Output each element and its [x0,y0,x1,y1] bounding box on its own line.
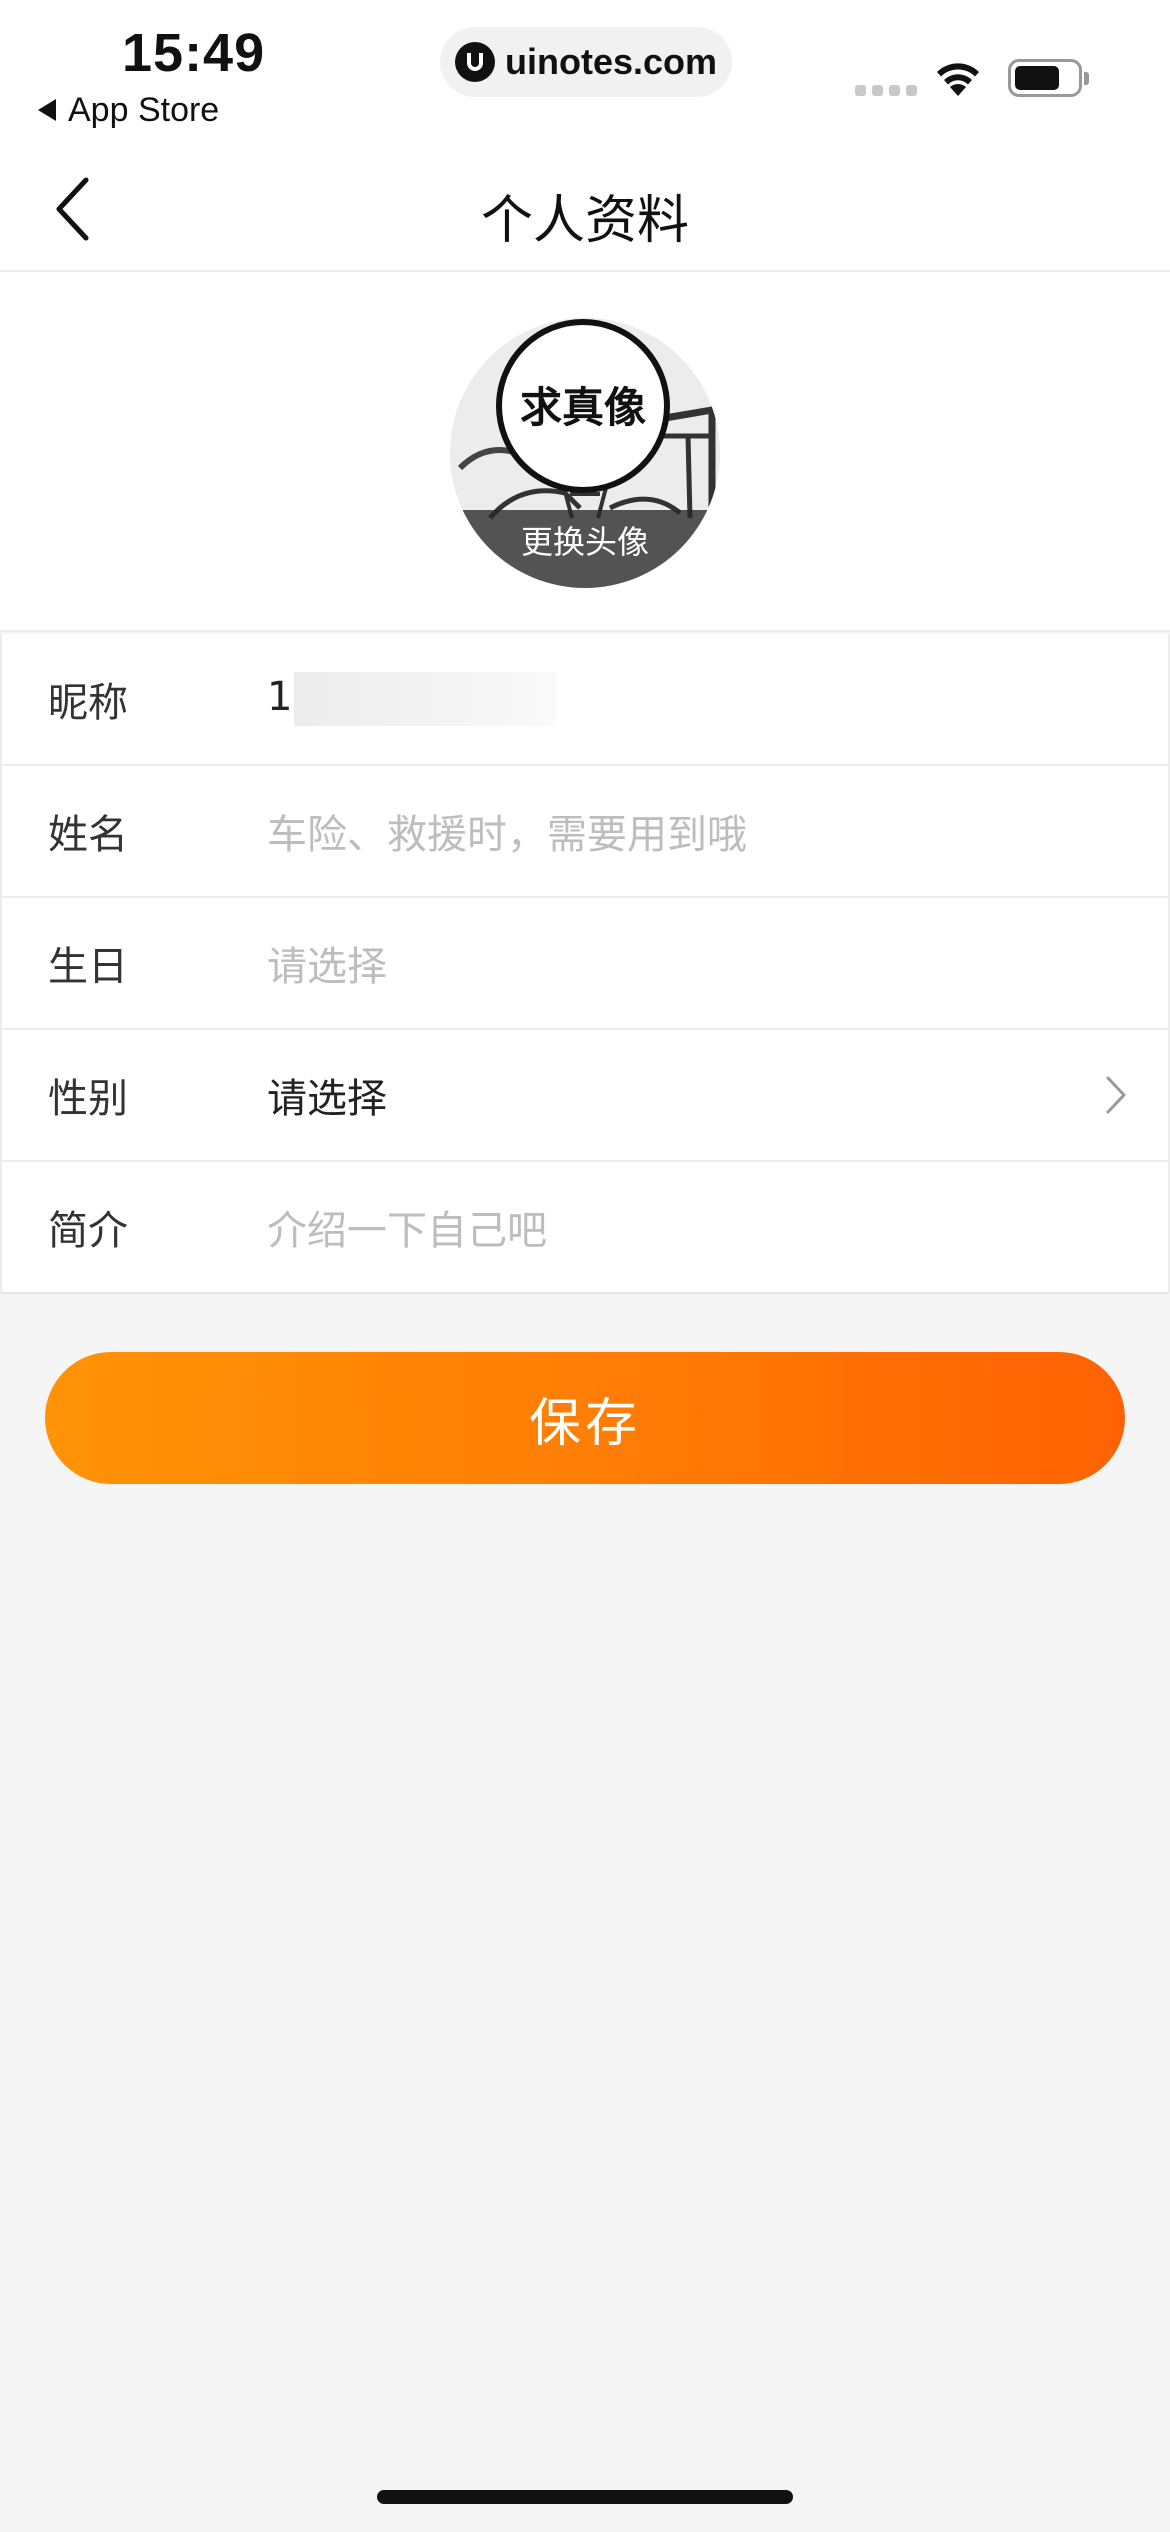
change-avatar-label: 更换头像 [450,510,720,588]
save-button[interactable]: 保存 [45,1352,1125,1484]
nickname-field[interactable]: 1 [267,672,557,726]
back-app-label: App Store [68,90,220,129]
bio-input[interactable]: 介绍一下自己吧 [267,1198,547,1256]
chevron-right-icon [1106,1076,1126,1114]
wifi-icon [937,63,979,96]
back-triangle-icon [38,99,56,121]
site-logo-icon [454,42,495,82]
name-label: 姓名 [48,812,128,858]
url-pill[interactable]: uinotes.com [440,27,732,97]
status-time: 15:49 [122,23,266,83]
avatar-section: 求真像 更换头像 [0,272,1170,632]
name-input[interactable]: 车险、救援时，需要用到哦 [267,802,747,860]
gender-label: 性别 [48,1076,128,1122]
page-title: 个人资料 [480,191,689,251]
nickname-row[interactable]: 昵称 1 [2,634,1168,766]
status-bar: 15:49 App Store uinotes.com [0,0,1170,150]
avatar-badge-text: 求真像 [520,383,646,432]
name-row[interactable]: 姓名 车险、救援时，需要用到哦 [2,766,1168,898]
gender-select[interactable]: 请选择 [267,1066,387,1124]
birthday-label: 生日 [48,944,128,990]
bio-row[interactable]: 简介 介绍一下自己吧 [2,1162,1168,1294]
profile-form: 昵称 1 姓名 车险、救援时，需要用到哦 生日 请选择 性别 请选择 简介 介绍… [0,634,1170,1294]
redacted-blur [294,672,557,726]
url-text: uinotes.com [504,41,718,82]
navigation-bar: 个人资料 [0,150,1170,272]
avatar-change-button[interactable]: 求真像 更换头像 [450,318,720,588]
bio-label: 简介 [48,1208,128,1254]
nickname-label: 昵称 [48,680,128,726]
nickname-value: 1 [267,674,293,720]
gender-row[interactable]: 性别 请选择 [2,1030,1168,1162]
home-indicator [377,2490,793,2504]
birthday-row[interactable]: 生日 请选择 [2,898,1168,1030]
back-to-app-store-link[interactable]: App Store [38,90,219,130]
battery-icon [1008,59,1089,97]
cellular-signal-icon [855,85,917,96]
birthday-picker[interactable]: 请选择 [267,934,387,992]
